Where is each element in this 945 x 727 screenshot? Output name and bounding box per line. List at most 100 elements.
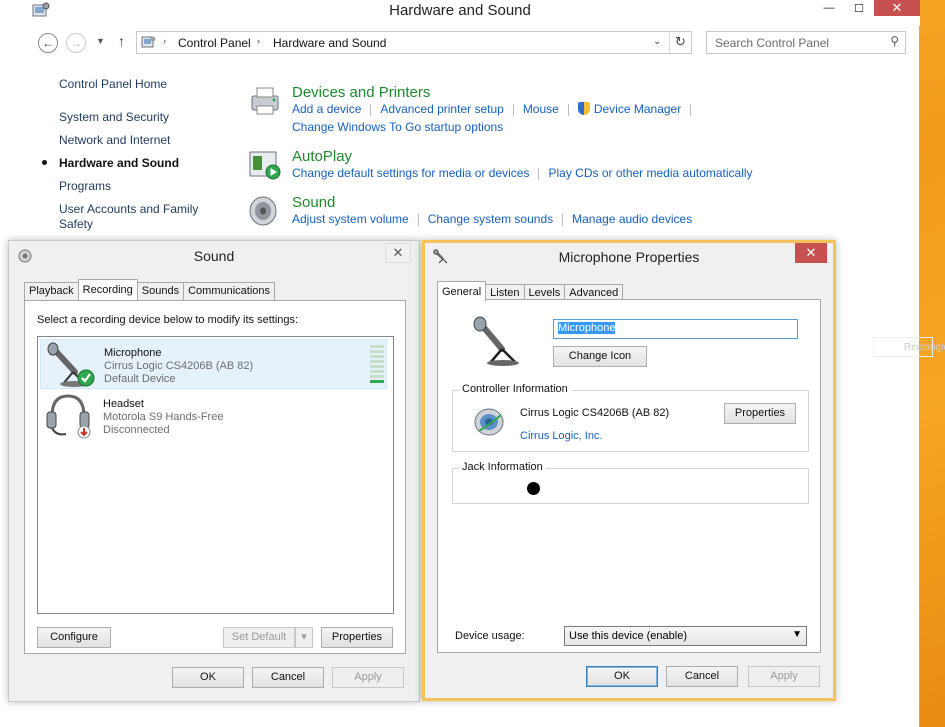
microphone-icon	[47, 342, 95, 387]
device-properties-button[interactable]: Properties	[321, 627, 393, 648]
sound-dialog: Sound ✕ Playback Recording Sounds Commun…	[8, 240, 420, 702]
device-item-headset[interactable]: Headset Motorola S9 Hands-Free Disconnec…	[40, 391, 387, 441]
controller-vendor-link[interactable]: Cirrus Logic, Inc.	[520, 430, 603, 442]
set-default-dropdown-chevron-icon[interactable]: ▾	[295, 627, 313, 648]
microphone-properties-dialog: Microphone Properties ✕ General Listen L…	[422, 240, 836, 701]
device-list[interactable]: Microphone Cirrus Logic CS4206B (AB 82) …	[37, 336, 394, 614]
jack-color-indicator	[527, 482, 540, 495]
tab-playback[interactable]: Playback	[24, 282, 79, 300]
category-title[interactable]: Sound	[292, 194, 335, 211]
apply-button[interactable]: Apply	[332, 667, 404, 688]
close-icon[interactable]: ✕	[385, 243, 411, 263]
maximize-button[interactable]: ☐	[844, 0, 874, 16]
close-button[interactable]: ✕	[874, 0, 920, 16]
background-faint-label: Rectangle	[873, 337, 945, 357]
link-separator	[370, 103, 372, 116]
control-panel-small-icon	[141, 36, 156, 48]
device-name-value: Microphone	[558, 322, 616, 334]
adjust-system-volume-link[interactable]: Adjust system volume	[292, 212, 409, 226]
search-input[interactable]: Search Control Panel ⚲	[706, 31, 906, 54]
address-bar[interactable]: › Control Panel › Hardware and Sound ⌄ ↻	[136, 31, 692, 54]
headset-icon	[46, 394, 91, 439]
nav-user-accounts[interactable]: User Accounts and Family Safety	[59, 202, 209, 232]
nav-network-and-internet[interactable]: Network and Internet	[59, 133, 170, 147]
window-title: Hardware and Sound	[389, 2, 531, 19]
manage-audio-devices-link[interactable]: Manage audio devices	[572, 212, 692, 226]
search-icon[interactable]: ⚲	[890, 34, 899, 48]
device-driver: Motorola S9 Hands-Free	[103, 411, 224, 423]
recording-tab-panel: Select a recording device below to modif…	[24, 300, 406, 654]
cancel-button[interactable]: Cancel	[666, 666, 738, 687]
device-name: Headset	[103, 398, 144, 410]
breadcrumb-chevron-icon: ›	[163, 36, 166, 46]
tab-communications[interactable]: Communications	[183, 282, 276, 300]
back-arrow-icon[interactable]: ←	[38, 33, 58, 53]
advanced-printer-setup-link[interactable]: Advanced printer setup	[380, 102, 503, 116]
set-default-button[interactable]: Set Default	[223, 627, 295, 648]
shield-icon	[577, 102, 590, 115]
apply-button[interactable]: Apply	[748, 666, 820, 687]
dialog-title: Sound	[193, 248, 235, 264]
device-usage-select[interactable]: Use this device (enable) ▼	[564, 626, 807, 646]
link-separator	[538, 167, 540, 180]
category-title[interactable]: AutoPlay	[292, 148, 352, 165]
add-a-device-link[interactable]: Add a device	[292, 102, 361, 116]
device-usage-value: Use this device (enable)	[569, 630, 688, 642]
category-title[interactable]: Devices and Printers	[292, 84, 430, 101]
mouse-link[interactable]: Mouse	[523, 102, 559, 116]
autoplay-default-settings-link[interactable]: Change default settings for media or dev…	[292, 166, 529, 180]
search-placeholder: Search Control Panel	[715, 36, 830, 50]
sound-controller-icon	[474, 408, 504, 436]
close-icon[interactable]: ✕	[795, 243, 827, 263]
controller-name: Cirrus Logic CS4206B (AB 82)	[520, 407, 670, 419]
tab-sounds[interactable]: Sounds	[136, 282, 185, 300]
instruction-text: Select a recording device below to modif…	[37, 314, 299, 326]
tab-general[interactable]: General	[437, 281, 487, 302]
link-separator	[562, 213, 564, 226]
address-dropdown-chevron-icon[interactable]: ⌄	[653, 36, 661, 47]
link-separator	[567, 103, 569, 116]
forward-arrow-icon[interactable]: →	[66, 33, 86, 53]
nav-hardware-and-sound[interactable]: Hardware and Sound	[59, 156, 179, 170]
title-bar: Hardware and Sound — ☐ ✕	[0, 0, 920, 26]
device-name: Microphone	[104, 347, 162, 359]
change-system-sounds-link[interactable]: Change system sounds	[428, 212, 553, 226]
printer-icon	[251, 87, 279, 115]
change-icon-button[interactable]: Change Icon	[553, 346, 647, 367]
level-meter	[370, 345, 384, 385]
device-status: Default Device	[104, 373, 176, 385]
cancel-button[interactable]: Cancel	[252, 667, 324, 688]
device-usage-label: Device usage:	[455, 630, 525, 642]
minimize-button[interactable]: —	[814, 0, 844, 16]
nav-control-panel-home[interactable]: Control Panel Home	[59, 77, 167, 91]
device-item-microphone[interactable]: Microphone Cirrus Logic CS4206B (AB 82) …	[40, 339, 387, 389]
jack-information-label: Jack Information	[459, 461, 546, 473]
nav-programs[interactable]: Programs	[59, 179, 111, 193]
ok-button[interactable]: OK	[172, 667, 244, 688]
configure-button[interactable]: Configure	[37, 627, 111, 648]
address-row: ← → ▼ ↑ › Control Panel › Hardware and S…	[36, 30, 906, 56]
jack-information-group: Jack Information	[452, 461, 809, 504]
device-name-input[interactable]: Microphone	[553, 319, 798, 339]
autoplay-icon	[249, 151, 281, 180]
play-cds-link[interactable]: Play CDs or other media automatically	[548, 166, 752, 180]
tab-recording[interactable]: Recording	[77, 279, 138, 300]
chevron-down-icon: ▼	[792, 629, 802, 640]
device-driver: Cirrus Logic CS4206B (AB 82)	[104, 360, 254, 372]
ok-button[interactable]: OK	[586, 666, 658, 687]
device-status: Disconnected	[103, 424, 170, 436]
link-separator	[512, 103, 514, 116]
refresh-icon[interactable]: ↻	[675, 34, 686, 50]
recent-locations-chevron-icon[interactable]: ▼	[96, 36, 105, 46]
nav-system-and-security[interactable]: System and Security	[59, 110, 169, 124]
microphone-large-icon	[473, 316, 519, 366]
up-arrow-icon[interactable]: ↑	[118, 33, 125, 49]
link-separator	[417, 213, 419, 226]
device-manager-link[interactable]: Device Manager	[594, 102, 681, 116]
controller-properties-button[interactable]: Properties	[724, 403, 796, 424]
breadcrumb-hardware-and-sound[interactable]: Hardware and Sound	[273, 36, 386, 50]
windows-to-go-link[interactable]: Change Windows To Go startup options	[292, 120, 503, 134]
breadcrumb-control-panel[interactable]: Control Panel	[178, 36, 251, 50]
controller-information-group: Controller Information Cirrus Logic CS42…	[452, 383, 809, 452]
link-separator	[690, 103, 692, 116]
